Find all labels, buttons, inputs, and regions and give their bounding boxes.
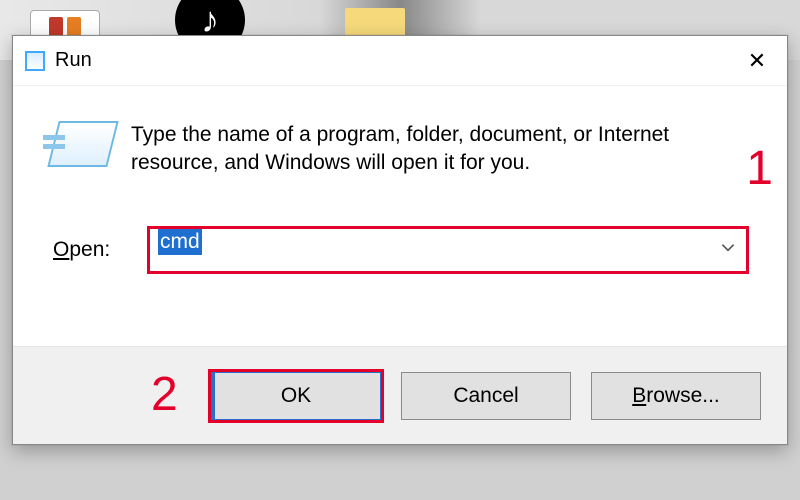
open-label: Open: <box>53 238 133 262</box>
dialog-content: Type the name of a program, folder, docu… <box>13 86 787 346</box>
titlebar: Run ✕ <box>13 36 787 86</box>
button-bar: 2 OK Cancel Browse... <box>13 346 787 444</box>
open-input-value: cmd <box>158 229 202 255</box>
annotation-number-1: 1 <box>746 141 773 196</box>
annotation-number-2: 2 <box>151 367 178 422</box>
cancel-button[interactable]: Cancel <box>401 372 571 420</box>
close-icon: ✕ <box>748 48 766 74</box>
cancel-button-label: Cancel <box>453 384 518 408</box>
run-dialog: Run ✕ Type the name of a program, folder… <box>12 35 788 445</box>
titlebar-title: Run <box>55 49 727 72</box>
open-combobox[interactable]: cmd <box>149 228 747 272</box>
ok-button-label: OK <box>281 384 311 408</box>
run-icon <box>53 121 113 167</box>
close-button[interactable]: ✕ <box>727 36 787 85</box>
dialog-description: Type the name of a program, folder, docu… <box>131 121 691 178</box>
browse-button[interactable]: Browse... <box>591 372 761 420</box>
browse-button-label: Browse... <box>632 384 720 408</box>
ok-button[interactable]: OK <box>211 372 381 420</box>
run-dialog-icon <box>25 51 45 71</box>
open-combobox-wrap: cmd <box>149 228 747 272</box>
